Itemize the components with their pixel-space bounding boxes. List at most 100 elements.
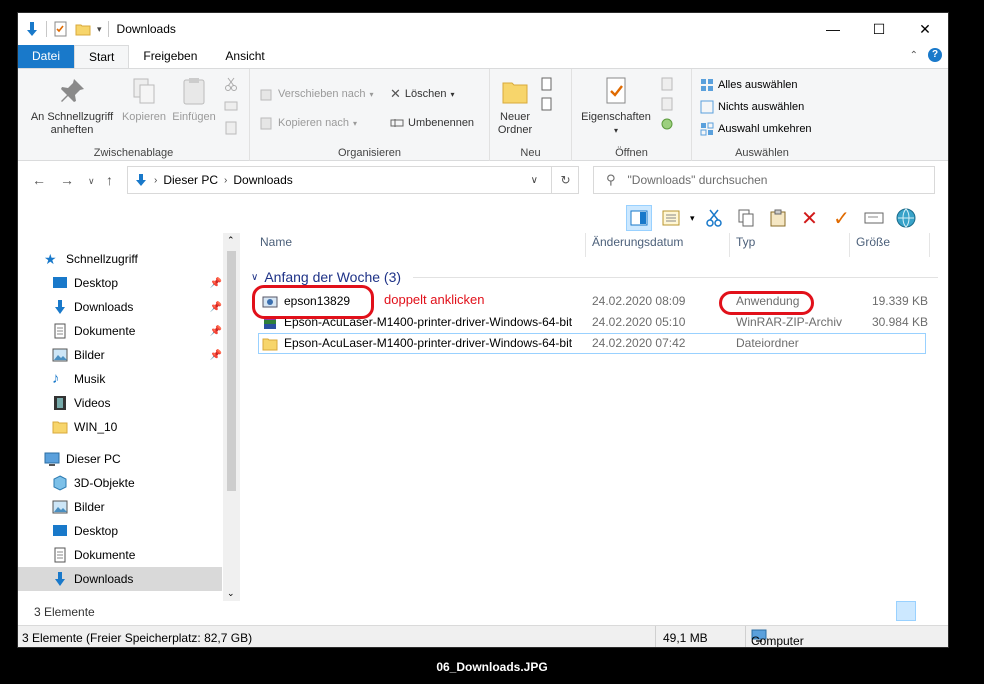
properties-icon[interactable] [53, 21, 69, 37]
rename-button-toolbar[interactable] [861, 205, 887, 231]
cut-icon[interactable] [224, 77, 238, 91]
nav-item-downloads[interactable]: Downloads 📌 [18, 295, 222, 319]
nav-scrollbar[interactable]: ⌃ ⌄ [223, 233, 240, 601]
column-divider[interactable] [849, 233, 850, 257]
nav-item-win10[interactable]: WIN_10 [18, 415, 222, 439]
nav-item-pc-documents[interactable]: Dokumente [18, 543, 222, 567]
status-size: 49,1 MB [663, 631, 708, 645]
pin-quick-access-button[interactable]: An Schnellzugriff anheften [24, 75, 120, 137]
new-folder-button[interactable]: Neuer Ordner [492, 75, 538, 137]
nav-item-pc-desktop[interactable]: Desktop [18, 519, 222, 543]
cut-button[interactable] [701, 205, 727, 231]
group-collapse-icon[interactable]: ∨ [251, 272, 258, 283]
close-button[interactable]: ✕ [902, 13, 948, 45]
rename-button[interactable]: Umbenennen [390, 113, 474, 133]
nav-item-pictures[interactable]: Bilder 📌 [18, 343, 222, 367]
nav-item-pc-pictures[interactable]: Bilder [18, 495, 222, 519]
column-header-date[interactable]: Änderungsdatum [592, 235, 683, 249]
column-divider[interactable] [585, 233, 586, 257]
column-divider[interactable] [729, 233, 730, 257]
edit-icon[interactable] [660, 97, 674, 111]
down-arrow-icon [27, 22, 37, 36]
nav-item-documents[interactable]: Dokumente 📌 [18, 319, 222, 343]
collapse-ribbon-icon[interactable]: ⌃ [910, 50, 918, 61]
nav-label: Downloads [74, 572, 134, 586]
nav-item-3d-objects[interactable]: 3D-Objekte [18, 471, 222, 495]
pin-icon[interactable]: 📌 [210, 278, 222, 289]
preview-pane-button[interactable] [626, 205, 652, 231]
select-all-button[interactable]: Alles auswählen [700, 75, 798, 95]
easy-access-icon[interactable] [540, 97, 554, 111]
recent-chevron-icon[interactable]: ∨ [88, 176, 95, 187]
nav-label: Dokumente [74, 548, 136, 562]
window-title: Downloads [116, 22, 176, 36]
new-item-icon[interactable] [540, 77, 554, 91]
pin-icon[interactable]: 📌 [210, 302, 222, 313]
forward-arrow-icon[interactable]: → [60, 172, 74, 188]
tab-view[interactable]: Ansicht [211, 45, 278, 68]
paste-shortcut-icon[interactable] [224, 121, 238, 135]
pin-icon[interactable]: 📌 [210, 350, 222, 361]
paste-button-toolbar[interactable] [765, 205, 791, 231]
column-header-name[interactable]: Name [260, 235, 292, 249]
scroll-down-icon[interactable]: ⌄ [227, 588, 235, 599]
file-row[interactable]: Epson-AcuLaser-M1400-printer-driver-Wind… [258, 333, 926, 354]
copy-to-button[interactable]: Kopieren nach ▾ [260, 113, 357, 133]
breadcrumb-this-pc[interactable]: Dieser PC [163, 173, 218, 187]
document-icon [54, 323, 66, 339]
highlight-file-oval [252, 285, 374, 319]
back-arrow-icon[interactable]: ← [32, 172, 46, 188]
properties-button[interactable]: Eigenschaften ▾ [576, 75, 656, 137]
open-icon[interactable] [660, 77, 674, 91]
address-dropdown-icon[interactable]: ∨ [531, 175, 538, 186]
nav-item-desktop[interactable]: Desktop 📌 [18, 271, 222, 295]
column-divider[interactable] [929, 233, 930, 257]
nav-item-videos[interactable]: Videos [18, 391, 222, 415]
tab-start[interactable]: Start [74, 45, 130, 68]
title-bar: ▾ Downloads — ☐ ✕ [18, 13, 948, 45]
customize-chevron-icon[interactable]: ▾ [97, 24, 102, 35]
refresh-button[interactable]: ↻ [551, 166, 579, 194]
breadcrumb-downloads[interactable]: Downloads [233, 173, 292, 187]
refresh-icon: ↻ [560, 173, 571, 187]
column-header-type[interactable]: Typ [736, 235, 755, 249]
address-bar[interactable]: › Dieser PC › Downloads ∨ [127, 166, 579, 194]
copy-button[interactable]: Kopieren [120, 75, 168, 124]
delete-button[interactable]: ✕ Löschen ▾ [390, 84, 455, 104]
scroll-thumb[interactable] [227, 251, 236, 491]
breadcrumb-chevron-icon[interactable]: › [224, 175, 227, 186]
maximize-button[interactable]: ☐ [856, 13, 902, 45]
copy-path-icon[interactable] [224, 99, 238, 113]
nav-label: 3D-Objekte [74, 476, 135, 490]
paste-button[interactable]: Einfügen [168, 75, 220, 124]
history-icon[interactable] [660, 117, 674, 131]
column-header-size[interactable]: Größe [856, 235, 890, 249]
pin-icon[interactable]: 📌 [210, 326, 222, 337]
move-to-button[interactable]: Verschieben nach ▾ [260, 84, 373, 104]
properties-button-toolbar[interactable]: ✓ [829, 205, 855, 231]
large-icons-view-icon[interactable] [918, 601, 938, 621]
tab-file[interactable]: Datei [18, 45, 75, 68]
details-view-icon[interactable] [896, 601, 916, 621]
nav-item-pc-downloads[interactable]: Downloads [18, 567, 222, 591]
copy-button-toolbar[interactable] [733, 205, 759, 231]
up-arrow-icon[interactable]: ↑ [106, 172, 113, 188]
help-icon[interactable]: ? [928, 48, 942, 62]
delete-button-toolbar[interactable]: ✕ [797, 205, 823, 231]
breadcrumb-chevron-icon[interactable]: › [154, 175, 157, 186]
nav-quick-access[interactable]: ★ Schnellzugriff [18, 247, 222, 271]
nav-item-music[interactable]: ♪ Musik [18, 367, 222, 391]
search-input[interactable]: ⚲ "Downloads" durchsuchen [593, 166, 935, 194]
scroll-up-icon[interactable]: ⌃ [227, 235, 235, 246]
invert-selection-button[interactable]: Auswahl umkehren [700, 119, 812, 139]
group-header[interactable]: ∨ Anfang der Woche (3) [251, 269, 401, 285]
folder-options-button[interactable] [893, 205, 919, 231]
quick-access-toolbar: ▾ [18, 21, 109, 37]
nav-this-pc[interactable]: Dieser PC [18, 447, 222, 471]
new-folder-icon[interactable] [75, 21, 91, 37]
tab-share[interactable]: Freigeben [129, 45, 211, 68]
minimize-button[interactable]: — [810, 13, 856, 45]
layout-dropdown-icon[interactable]: ▾ [690, 213, 695, 224]
select-none-button[interactable]: Nichts auswählen [700, 97, 804, 117]
details-view-button[interactable] [658, 205, 684, 231]
